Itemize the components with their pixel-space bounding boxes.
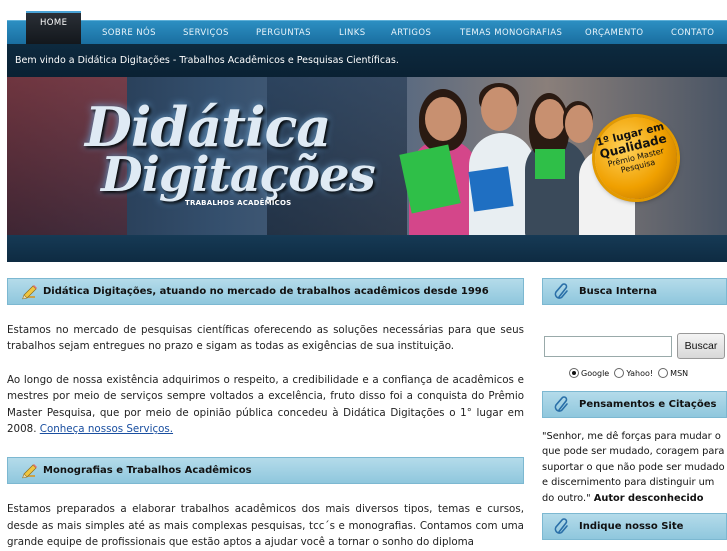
section1-title: Didática Digitações, atuando no mercado … — [43, 286, 489, 297]
radio-google-dot[interactable] — [569, 368, 579, 378]
search-title: Busca Interna — [579, 286, 658, 297]
indique-header: Indique nosso Site — [542, 513, 727, 540]
radio-google-label: Google — [581, 369, 610, 378]
nav-perguntas[interactable]: PERGUNTAS — [256, 21, 311, 45]
logo-subtitle: TRABALHOS ACADÊMICOS — [185, 199, 292, 207]
radio-yahoo[interactable]: Yahoo! — [614, 368, 654, 378]
paperclip-icon — [554, 518, 568, 534]
nav-temas-monografias[interactable]: TEMAS MONOGRAFIAS — [460, 21, 562, 45]
section2-title: Monografias e Trabalhos Acadêmicos — [43, 465, 252, 477]
nav-orcamento[interactable]: ORÇAMENTO — [585, 21, 643, 45]
radio-yahoo-dot[interactable] — [614, 368, 625, 378]
nav-links[interactable]: LINKS — [339, 21, 366, 45]
banner-bottom-bar — [7, 235, 727, 262]
section-header-didatica: Didática Digitações, atuando no mercado … — [7, 278, 524, 305]
main-nav: HOME SOBRE NÓS SERVIÇOS PERGUNTAS LINKS … — [7, 11, 727, 45]
section2-paragraph1: Estamos preparados a elaborar trabalhos … — [7, 503, 524, 549]
main-content: Didática Digitações, atuando no mercado … — [7, 278, 524, 551]
nav-servicos[interactable]: SERVIÇOS — [183, 21, 229, 45]
nav-artigos[interactable]: ARTIGOS — [391, 21, 431, 45]
radio-msn-label: MSN — [670, 369, 689, 378]
radio-msn[interactable]: MSN — [658, 368, 689, 378]
search-header: Busca Interna — [542, 278, 727, 305]
paperclip-icon — [554, 396, 568, 412]
nav-sobre-nos[interactable]: SOBRE NÓS — [102, 21, 156, 45]
radio-google[interactable]: Google — [569, 368, 610, 378]
search-engine-options: Google Yahoo! MSN — [569, 368, 688, 378]
sidebar: Busca Interna Pensamentos e Citações Ind… — [542, 278, 727, 540]
quote-block: "Senhor, me dê forças para mudar o que p… — [542, 429, 727, 506]
quotes-header: Pensamentos e Citações — [542, 391, 727, 418]
indique-title: Indique nosso Site — [579, 521, 684, 532]
quote-author: Autor desconhecido — [593, 492, 704, 504]
nav-home[interactable]: HOME — [26, 11, 82, 45]
quotes-title: Pensamentos e Citações — [579, 399, 717, 410]
nav-contato[interactable]: CONTATO — [671, 21, 714, 45]
radio-yahoo-label: Yahoo! — [626, 369, 654, 378]
section1-paragraph1: Estamos no mercado de pesquisas científi… — [7, 324, 524, 353]
section-header-monografias: Monografias e Trabalhos Acadêmicos — [7, 457, 524, 485]
services-link[interactable]: Conheça nossos Serviços. — [40, 423, 173, 435]
page: HOME SOBRE NÓS SERVIÇOS PERGUNTAS LINKS … — [7, 8, 727, 548]
radio-msn-dot[interactable] — [658, 368, 669, 378]
logo-line2: Digitações — [101, 147, 376, 203]
search-input[interactable] — [544, 336, 672, 357]
section1-paragraph2: Ao longo de nossa existência adquirimos … — [7, 372, 524, 438]
pencil-icon — [22, 285, 37, 300]
paperclip-icon — [554, 283, 568, 299]
banner: Didática Digitações TRABALHOS ACADÊMICOS… — [7, 77, 727, 235]
welcome-bar: Bem vindo a Didática Digitações - Trabal… — [7, 44, 727, 77]
pencil-icon — [22, 464, 37, 479]
search-button[interactable]: Buscar — [677, 333, 725, 359]
welcome-text: Bem vindo a Didática Digitações - Trabal… — [15, 55, 399, 66]
